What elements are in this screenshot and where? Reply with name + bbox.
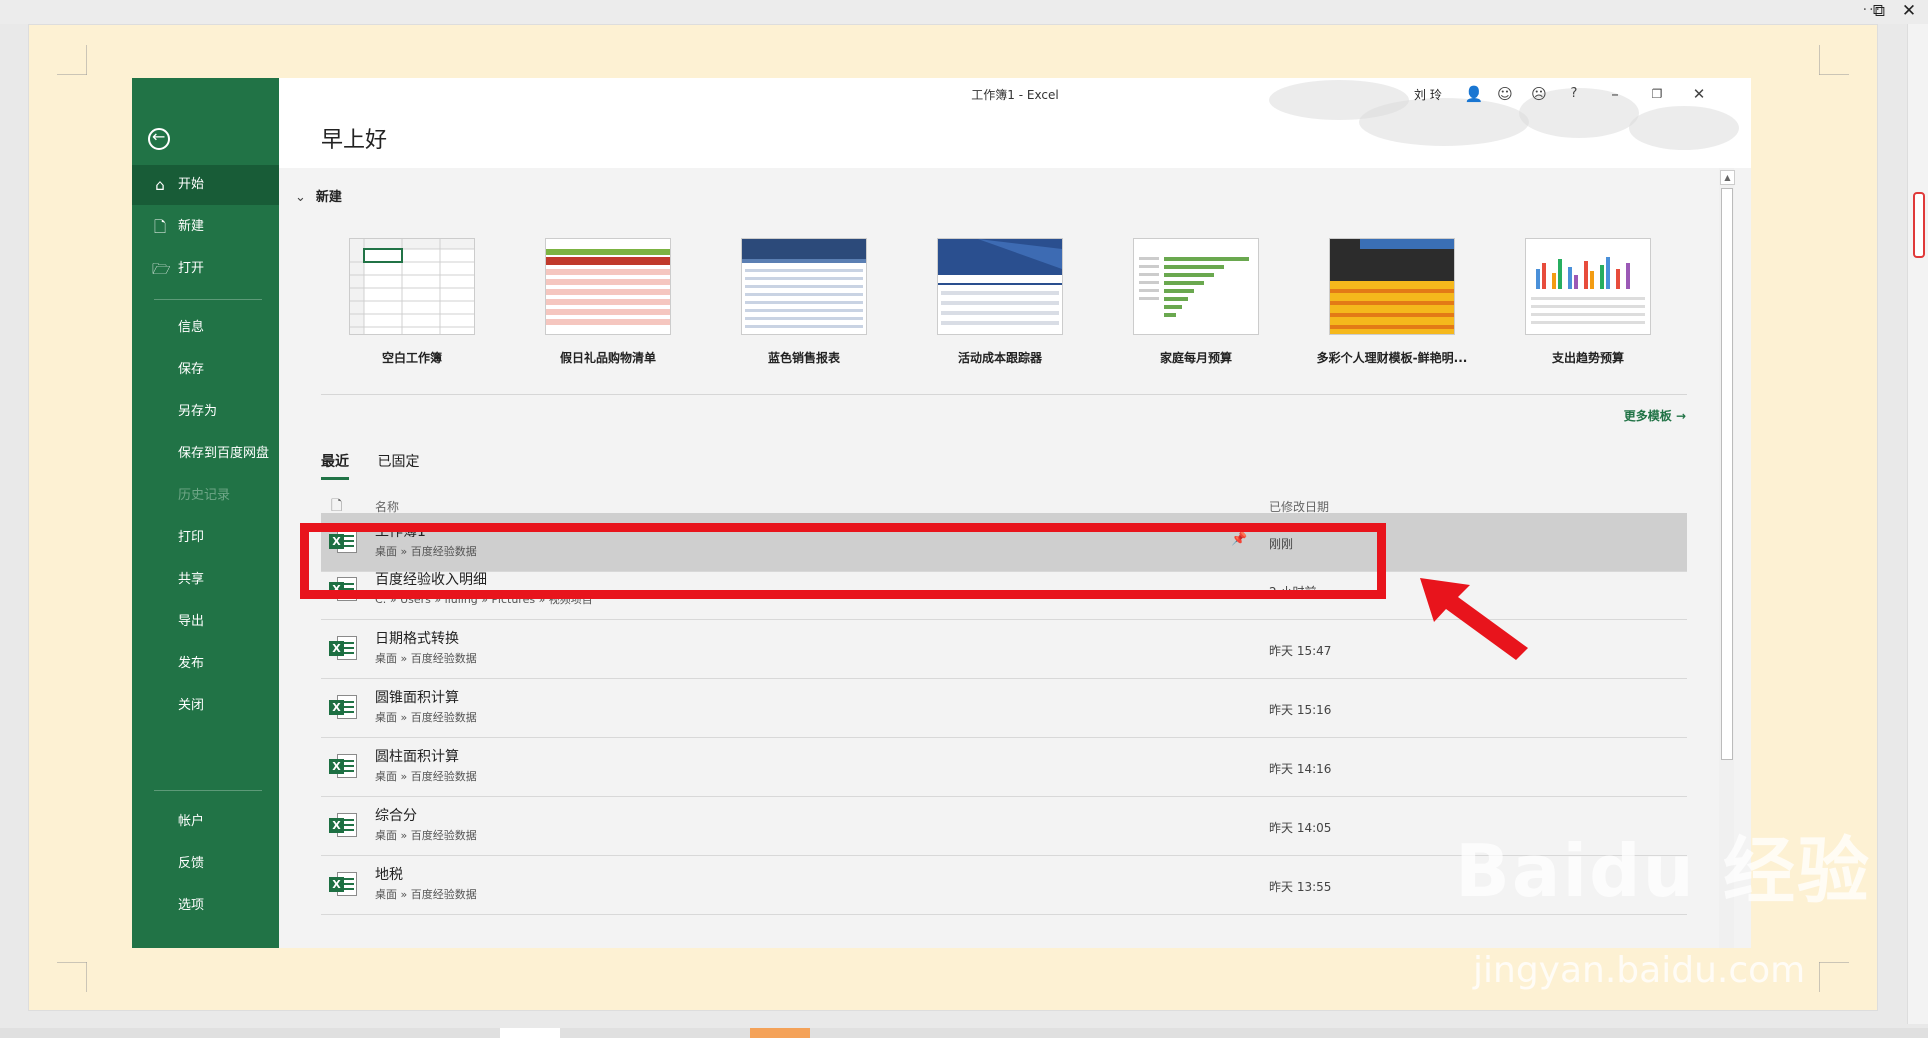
- arrow-right-icon: →: [1675, 409, 1686, 423]
- template-holiday-gift-list[interactable]: 假日礼品购物清单: [545, 238, 671, 366]
- excel-file-icon: X: [329, 634, 357, 662]
- greeting: 早上好: [321, 128, 388, 153]
- nav-export[interactable]: 导出: [132, 602, 279, 642]
- template-expense-trend-budget[interactable]: 支出趋势预算: [1525, 238, 1651, 366]
- template-preview: [546, 249, 670, 325]
- nav-feedback[interactable]: 反馈: [132, 844, 279, 884]
- nav-publish[interactable]: 发布: [132, 644, 279, 684]
- template-preview: [1531, 257, 1645, 324]
- nav-close[interactable]: 关闭: [132, 686, 279, 726]
- scrollbar-segment: [750, 1028, 810, 1038]
- tab-pinned[interactable]: 已固定: [377, 451, 419, 477]
- template-thumbnail: [741, 238, 867, 335]
- folder-open-icon: 🗁: [152, 260, 171, 278]
- spreadsheet-grid-thumbnail: [350, 239, 474, 334]
- viewer-horizontal-scrollbar[interactable]: [0, 1028, 1928, 1038]
- more-templates-link[interactable]: 更多模板 →: [1624, 407, 1686, 424]
- template-thumbnail: [349, 238, 475, 335]
- backstage-sidebar: ← ⌂ 开始 🗋 新建 🗁 打开 信息 保存 另存为 保存到百度网盘 历史记录 …: [132, 78, 279, 948]
- nav-save-to-baidu[interactable]: 保存到百度网盘: [132, 434, 279, 474]
- template-colorful-personal-finance[interactable]: 多彩个人理财模板-鲜艳明...: [1317, 238, 1467, 366]
- template-family-monthly-budget[interactable]: 家庭每月预算: [1133, 238, 1259, 366]
- restore-icon[interactable]: ⧉: [1868, 0, 1890, 22]
- nav-print[interactable]: 打印: [132, 518, 279, 558]
- tab-recent[interactable]: 最近: [321, 451, 349, 480]
- template-event-cost-tracker[interactable]: 活动成本跟踪器: [937, 238, 1063, 366]
- highlight-box: [300, 523, 1386, 599]
- crop-mark-icon: [1819, 45, 1849, 75]
- template-blank-workbook[interactable]: 空白工作簿: [349, 238, 475, 366]
- user-name[interactable]: 刘 玲: [1414, 86, 1442, 103]
- backstage-header: 工作簿1 - Excel 刘 玲 👤 ☺ ☹ ? – ❐ ✕ 早上好: [279, 78, 1751, 168]
- scrollbar-thumb[interactable]: [1913, 192, 1925, 258]
- crop-mark-icon: [57, 45, 87, 75]
- minimize-icon[interactable]: –: [1603, 82, 1627, 106]
- template-preview: [938, 239, 1062, 325]
- nav-open[interactable]: 🗁 打开: [132, 249, 279, 289]
- nav-share[interactable]: 共享: [132, 560, 279, 600]
- excel-file-icon: X: [329, 752, 357, 780]
- watermark-url: jingyan.baidu.com: [1473, 950, 1806, 991]
- nav-new[interactable]: 🗋 新建: [132, 207, 279, 247]
- new-file-icon: 🗋: [153, 218, 167, 236]
- new-section-toggle[interactable]: ⌄ 新建: [295, 186, 342, 205]
- excel-file-icon: X: [329, 811, 357, 839]
- excel-file-icon: X: [329, 870, 357, 898]
- chevron-down-icon: ⌄: [295, 190, 306, 205]
- home-icon: ⌂: [155, 176, 165, 194]
- template-thumbnail: [1525, 238, 1651, 335]
- template-thumbnail: [937, 238, 1063, 335]
- nav-info[interactable]: 信息: [132, 308, 279, 348]
- nav-options[interactable]: 选项: [132, 886, 279, 926]
- template-preview: [742, 239, 866, 328]
- nav-home[interactable]: ⌂ 开始: [132, 165, 279, 205]
- template-preview: [1139, 257, 1249, 317]
- close-icon[interactable]: ✕: [1687, 82, 1711, 106]
- scrollbar-segment: [500, 1028, 560, 1038]
- template-thumbnail: [545, 238, 671, 335]
- sidebar-divider: [154, 790, 262, 791]
- crop-mark-icon: [1819, 962, 1849, 992]
- viewer-vertical-scrollbar[interactable]: [1907, 24, 1928, 1024]
- template-preview: [1330, 239, 1454, 334]
- sidebar-divider: [154, 299, 262, 300]
- nav-save-as[interactable]: 另存为: [132, 392, 279, 432]
- watermark-logo: Baidu 经验: [1455, 829, 1872, 913]
- header-decoration: [1629, 106, 1739, 150]
- section-divider: [321, 394, 1687, 395]
- back-arrow-icon[interactable]: ←: [148, 127, 170, 150]
- excel-file-icon: X: [329, 693, 357, 721]
- crop-mark-icon: [57, 962, 87, 992]
- frown-icon[interactable]: ☹: [1527, 82, 1551, 106]
- scrollbar-thumb[interactable]: [1721, 188, 1733, 760]
- close-icon[interactable]: ✕: [1898, 0, 1920, 22]
- help-icon[interactable]: ?: [1562, 82, 1586, 106]
- user-icon[interactable]: 👤: [1462, 82, 1486, 106]
- viewer-titlebar: ··· ⧉ ✕: [0, 0, 1928, 24]
- nav-account[interactable]: 帐户: [132, 802, 279, 842]
- smile-icon[interactable]: ☺: [1493, 82, 1517, 106]
- template-blue-sales-report[interactable]: 蓝色销售报表: [741, 238, 867, 366]
- restore-icon[interactable]: ❐: [1645, 82, 1669, 106]
- scroll-up-icon[interactable]: ▲: [1720, 170, 1735, 185]
- template-thumbnail: [1133, 238, 1259, 335]
- nav-history: 历史记录: [178, 488, 231, 503]
- nav-save[interactable]: 保存: [132, 350, 279, 390]
- file-row[interactable]: X 圆锥面积计算 桌面 » 百度经验数据 昨天 15:16: [321, 679, 1687, 738]
- recent-tabs: 最近 已固定: [321, 451, 443, 480]
- template-thumbnail: [1329, 238, 1455, 335]
- arrow-pointer-icon: [1420, 578, 1528, 660]
- file-row[interactable]: X 圆柱面积计算 桌面 » 百度经验数据 昨天 14:16: [321, 738, 1687, 797]
